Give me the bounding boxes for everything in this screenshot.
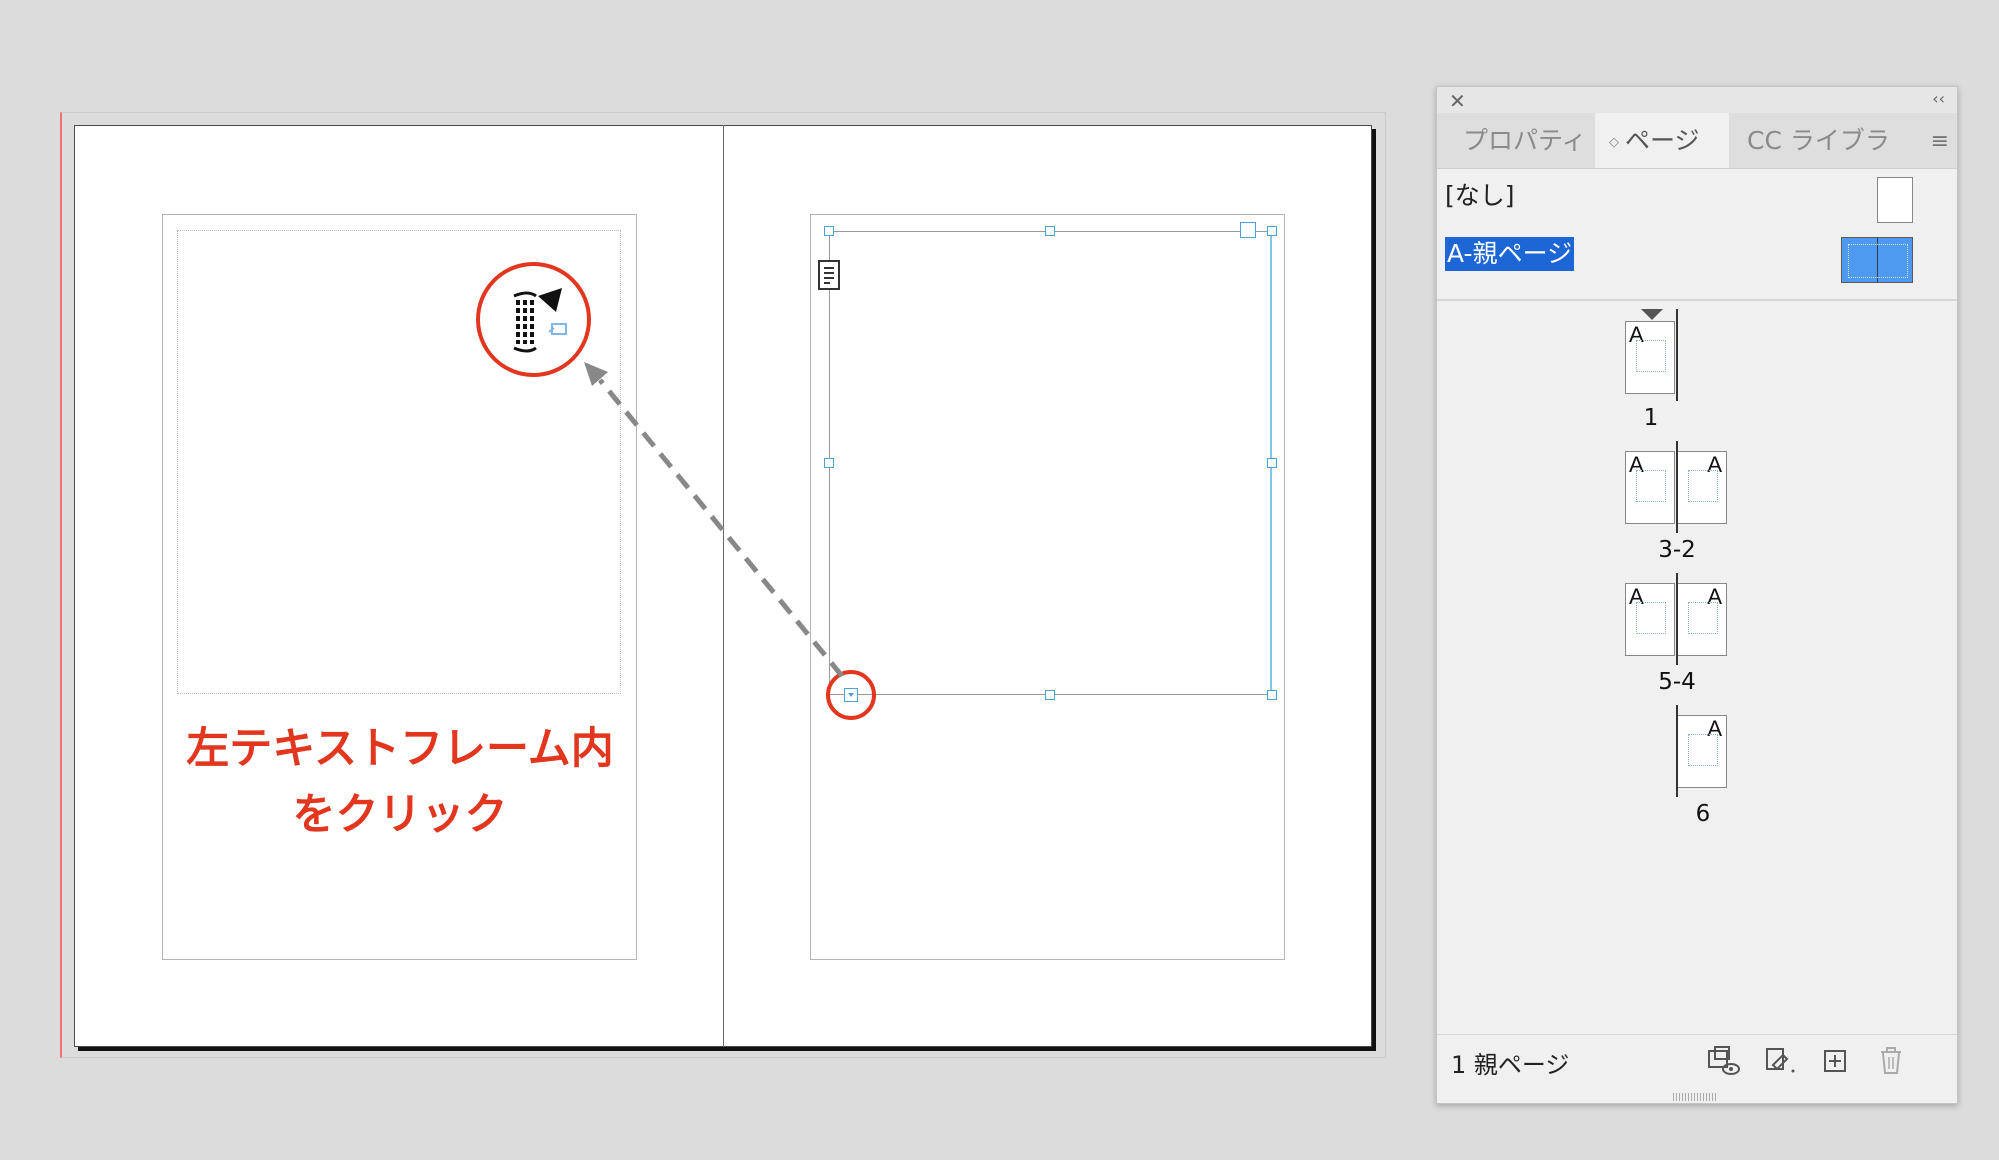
instruction-line-1: 左テキストフレーム内 [186, 724, 614, 774]
page-label-1: 1 [1643, 405, 1659, 431]
handle-top-center[interactable] [1045, 226, 1055, 236]
collapse-panel-icon[interactable]: ‹‹ [1932, 89, 1945, 108]
page-thumbnail-6[interactable]: A [1677, 715, 1727, 788]
tab-pages-label: ページ [1625, 126, 1700, 155]
page-label-3-2: 3-2 [1658, 537, 1696, 563]
instruction-line-2: をクリック [292, 790, 508, 840]
page-thumbnail-2[interactable]: A [1677, 451, 1727, 524]
panel-footer: 1 親ページ [1437, 1034, 1957, 1089]
start-page-marker-icon [1641, 309, 1663, 320]
spine-line [1676, 573, 1678, 665]
page-thumbnail-1[interactable]: A [1625, 321, 1675, 394]
master-none[interactable]: [なし] [1445, 179, 1515, 213]
loaded-text-cursor-highlight [476, 262, 591, 377]
outport-highlight-circle [826, 670, 876, 720]
spine-line [1676, 309, 1678, 401]
page-thumbnail-4[interactable]: A [1677, 583, 1727, 656]
spine-line [1676, 705, 1678, 797]
spread-spine [723, 125, 724, 1047]
pages-panel: ✕ ‹‹ プロパティ ◇ ページ CC ライブラ ≡ [なし] A-親ページ A … [1436, 86, 1958, 1104]
right-text-frame-selected[interactable] [829, 231, 1272, 695]
page-thumbnail-3[interactable]: A [1625, 451, 1675, 524]
panel-resize-grip[interactable] [1673, 1093, 1717, 1101]
page-count-status: 1 親ページ [1451, 1051, 1570, 1079]
handle-bottom-right[interactable] [1267, 690, 1277, 700]
new-page-options-icon[interactable] [1761, 1043, 1797, 1079]
page-label-5-4: 5-4 [1658, 669, 1696, 695]
edit-page-size-icon[interactable] [1705, 1043, 1741, 1079]
handle-middle-left[interactable] [824, 458, 834, 468]
tab-reorder-icon: ◇ [1609, 134, 1619, 150]
page-thumbnail-5[interactable]: A [1625, 583, 1675, 656]
tab-cc-libraries[interactable]: CC ライブラ [1747, 113, 1913, 168]
panel-tab-bar: プロパティ ◇ ページ CC ライブラ ≡ [1437, 113, 1957, 169]
page-label-6: 6 [1695, 801, 1711, 827]
handle-bottom-center[interactable] [1045, 690, 1055, 700]
handle-middle-right[interactable] [1267, 458, 1277, 468]
text-inport-icon[interactable] [818, 260, 840, 290]
handle-top-left[interactable] [824, 226, 834, 236]
loaded-text-cursor-icon [513, 288, 567, 353]
spine-line [1676, 441, 1678, 533]
delete-page-icon[interactable] [1873, 1043, 1909, 1079]
instruction-text: 左テキストフレーム内 をクリック [165, 716, 635, 848]
new-page-icon[interactable] [1817, 1043, 1853, 1079]
panel-title-bar[interactable]: ✕ ‹‹ [1437, 87, 1957, 113]
master-a-thumbnail[interactable] [1841, 237, 1913, 283]
handle-top-right-corner[interactable] [1240, 222, 1256, 238]
handle-top-right[interactable] [1267, 226, 1277, 236]
panel-menu-icon[interactable]: ≡ [1931, 129, 1949, 154]
master-a-parent[interactable]: A-親ページ [1445, 237, 1575, 271]
panel-divider [1437, 299, 1957, 301]
master-none-thumbnail[interactable] [1877, 177, 1913, 223]
tab-pages[interactable]: ◇ ページ [1595, 113, 1729, 168]
close-icon[interactable]: ✕ [1449, 89, 1466, 113]
